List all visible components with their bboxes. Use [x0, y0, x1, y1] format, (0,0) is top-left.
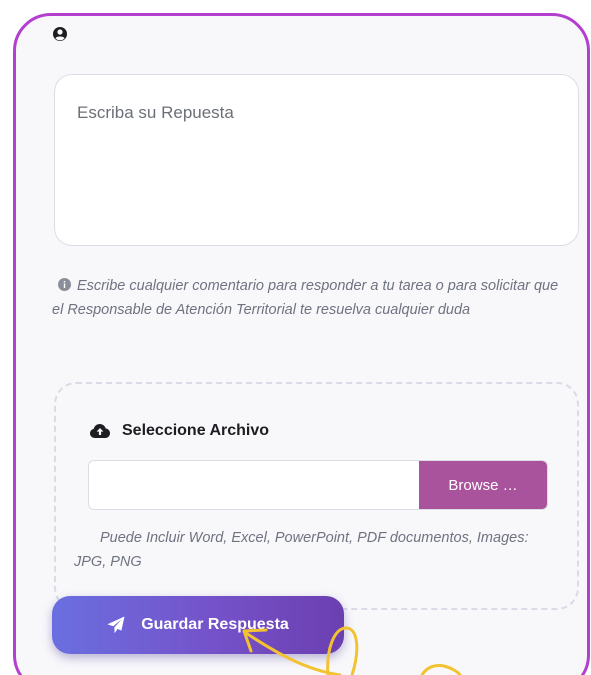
save-response-label: Guardar Respuesta — [141, 616, 289, 633]
file-help-text: Puede Incluir Word, Excel, PowerPoint, P… — [74, 530, 529, 570]
user-circle-icon — [53, 27, 67, 41]
info-circle-icon — [58, 278, 71, 291]
upload-title: Seleccione Archivo — [90, 422, 269, 440]
browse-button[interactable]: Browse … — [419, 461, 547, 509]
upload-title-label: Seleccione Archivo — [122, 422, 270, 439]
answer-placeholder: Escriba su Repuesta — [77, 103, 234, 122]
save-response-button[interactable]: Guardar Respuesta — [52, 596, 344, 654]
paper-plane-icon — [107, 616, 125, 634]
response-card: Escriba su Repuesta Escribe cualquier co… — [13, 13, 590, 675]
hint-text-block: Escribe cualquier comentario para respon… — [52, 274, 572, 322]
browse-button-label: Browse … — [448, 476, 518, 494]
file-input[interactable]: Browse … — [88, 460, 548, 510]
cloud-upload-icon — [90, 424, 110, 438]
file-upload-zone[interactable]: Seleccione Archivo Browse … Puede Inclui… — [54, 382, 579, 610]
answer-textarea[interactable]: Escriba su Repuesta — [54, 74, 579, 246]
hint-text: Escribe cualquier comentario para respon… — [52, 278, 559, 318]
